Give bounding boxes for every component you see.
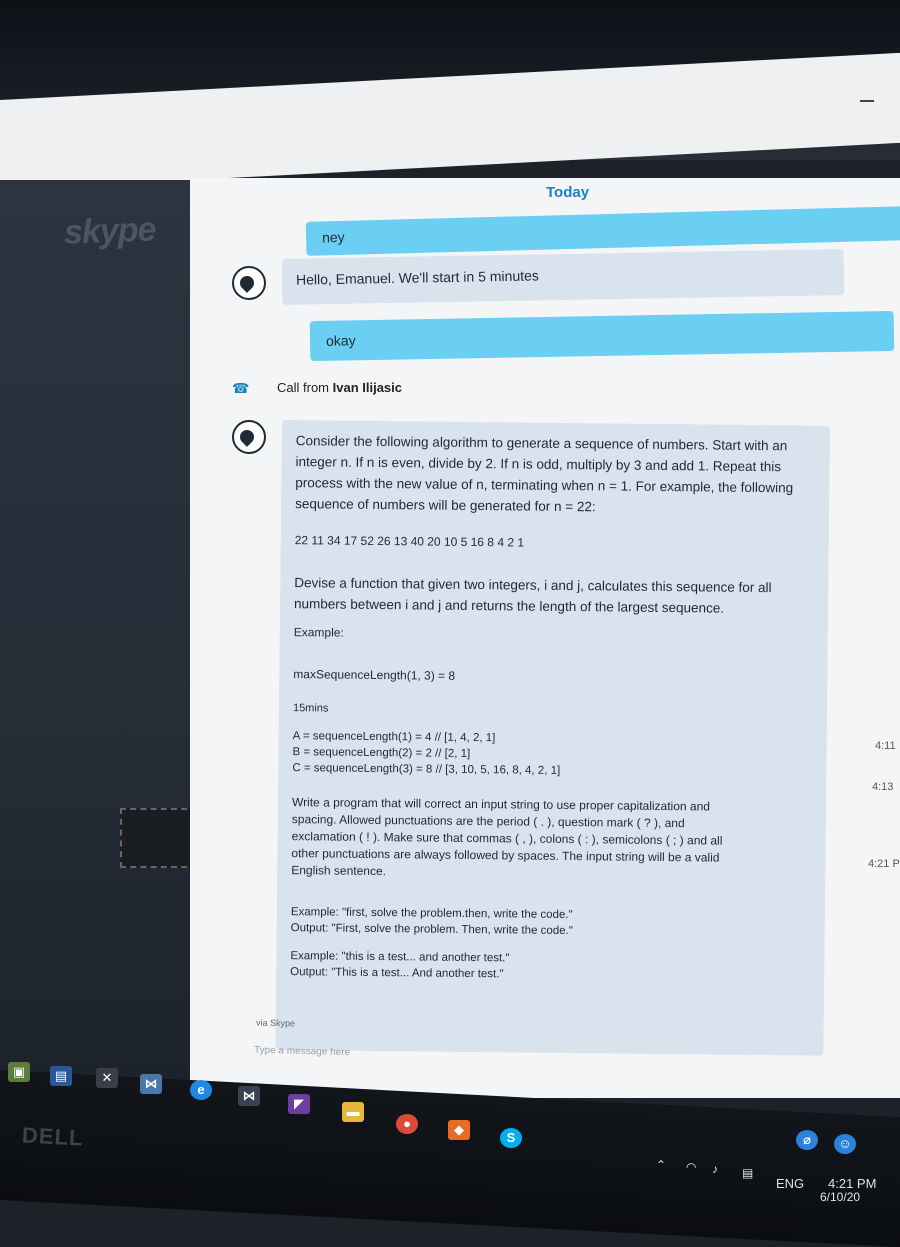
volume-icon[interactable]: ♪: [712, 1162, 718, 1176]
call-prefix: Call from: [277, 380, 333, 395]
language-indicator[interactable]: ENG: [776, 1176, 804, 1191]
edge-browser-icon[interactable]: e: [190, 1080, 212, 1100]
chrome-icon[interactable]: ●: [396, 1114, 418, 1134]
problem-devise: Devise a function that given two integer…: [293, 575, 772, 616]
caller-name: Ivan Ilijasic: [332, 380, 402, 395]
message-text: Hello, Emanuel. We'll start in 5 minutes: [295, 267, 539, 288]
example-label: Example:: [293, 625, 344, 640]
visual-studio-icon[interactable]: ⋈: [238, 1086, 260, 1106]
example-output-2: Output: "This is a test... And another t…: [290, 966, 504, 981]
duration-note: 15mins: [292, 702, 329, 715]
message-text: ney: [321, 228, 345, 246]
date-divider: Today: [546, 184, 590, 201]
sequence-line-c: C = sequenceLength(3) = 8 // [3, 10, 5, …: [292, 762, 561, 777]
visual-studio-purple-icon[interactable]: ◤: [288, 1094, 310, 1114]
message-text: okay: [325, 332, 356, 349]
clock-date: 6/10/20: [820, 1190, 861, 1204]
visual-studio-code-icon[interactable]: ⋈: [140, 1074, 162, 1094]
timestamp: 4:11: [875, 740, 896, 752]
example-output-1: Output: "First, solve the problem. Then,…: [290, 922, 573, 938]
git-icon[interactable]: ◆: [448, 1120, 470, 1140]
attachment-icon[interactable]: ⌀: [796, 1130, 818, 1150]
timestamp: 4:13: [872, 781, 894, 793]
folder-icon[interactable]: ▬: [342, 1102, 364, 1122]
dell-logo: DELL: [21, 1122, 85, 1151]
example-call: maxSequenceLength(1, 3) = 8: [293, 667, 456, 683]
tools-icon[interactable]: ✕: [96, 1068, 118, 1088]
sequence-line-b: B = sequenceLength(2) = 2 // [2, 1]: [292, 746, 471, 760]
skype-taskbar-icon[interactable]: S: [500, 1128, 522, 1148]
store-icon[interactable]: ▣: [8, 1062, 30, 1082]
notifications-icon[interactable]: ▤: [742, 1166, 753, 1180]
contact-avatar-icon[interactable]: [232, 266, 266, 300]
minimize-button[interactable]: [860, 100, 874, 102]
wifi-icon[interactable]: ◠: [686, 1160, 696, 1174]
emoji-icon[interactable]: ☺: [834, 1134, 856, 1154]
contact-avatar-icon[interactable]: [232, 420, 266, 454]
message-incoming: Hello, Emanuel. We'll start in 5 minutes: [281, 249, 845, 305]
explorer-icon[interactable]: ▤: [50, 1066, 72, 1086]
clock-time[interactable]: 4:21 PM: [828, 1176, 876, 1191]
sequence-example: 22 11 34 17 52 26 13 40 20 10 5 16 8 4 2…: [294, 533, 525, 550]
problem-task-two: Write a program that will correct an inp…: [291, 795, 723, 879]
timestamp: 4:21 P: [868, 858, 900, 870]
problem-intro: Consider the following algorithm to gene…: [295, 433, 794, 515]
skype-logo: skype: [63, 210, 157, 252]
tray-chevron-icon[interactable]: ⌃: [656, 1158, 666, 1172]
via-skype-label: via Skype: [255, 1017, 296, 1029]
incoming-call-icon: ☎: [232, 380, 250, 396]
problem-message: Consider the following algorithm to gene…: [275, 420, 830, 1056]
call-notification: Call from Ivan Ilijasic: [277, 380, 402, 395]
